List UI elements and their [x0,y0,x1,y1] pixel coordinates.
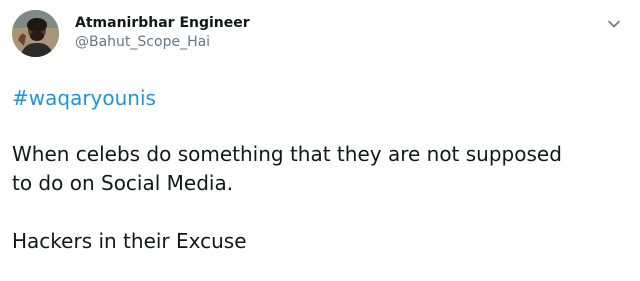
avatar[interactable] [12,10,59,57]
tweet-text-line: When celebs do something that they are n… [12,142,562,166]
avatar-image [12,10,59,57]
display-name[interactable]: Atmanirbhar Engineer [75,14,250,32]
tweet-text-line: to do on Social Media. [12,171,234,195]
chevron-down-icon[interactable] [607,16,621,30]
tweet-card: Atmanirbhar Engineer @Bahut_Scope_Hai #w… [0,0,640,281]
tweet-body: #waqaryounis When celebs do something th… [12,84,628,256]
user-info: Atmanirbhar Engineer @Bahut_Scope_Hai [75,14,250,51]
user-handle[interactable]: @Bahut_Scope_Hai [75,33,250,51]
hashtag-link[interactable]: #waqaryounis [12,84,628,113]
tweet-text-line: Hackers in their Excuse [12,229,247,253]
